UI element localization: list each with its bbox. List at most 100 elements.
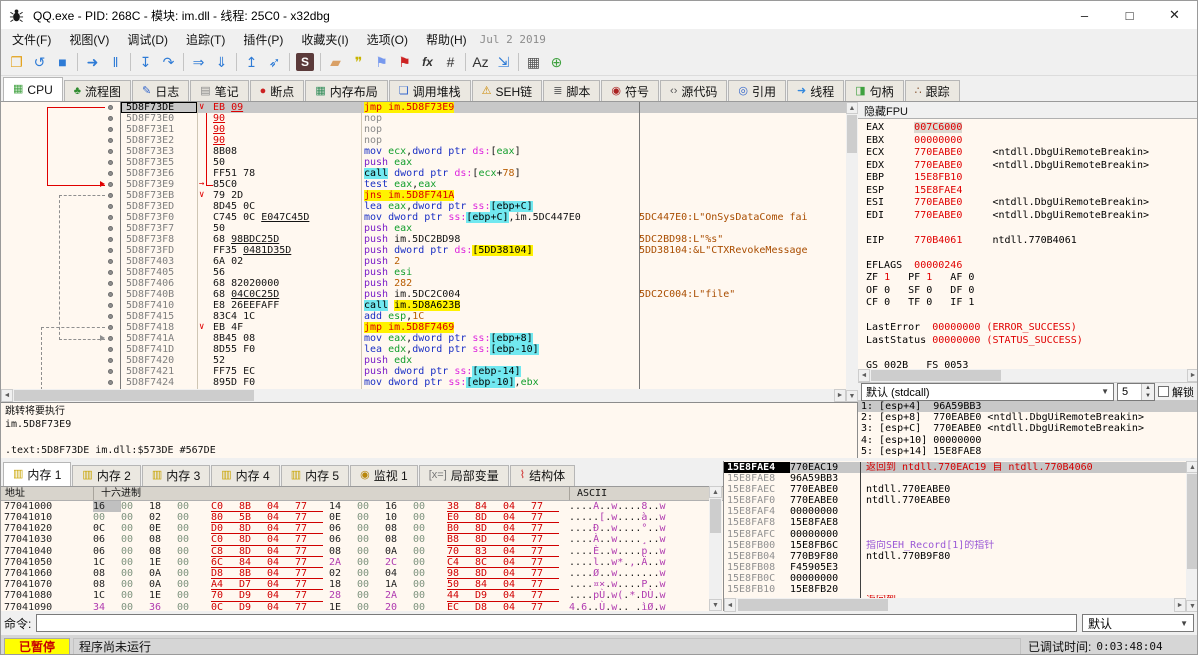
register-line[interactable]: EDI 770EABE0 <ntdll.DbgUiRemoteBreakin> — [866, 210, 1185, 223]
memory-row[interactable]: 7704103006000800C08D047706000800B88D0477… — [1, 534, 723, 545]
disasm-row[interactable]: 5D8F73E190nop — [1, 124, 846, 135]
breakpoint-dot[interactable] — [108, 138, 113, 143]
disasm-row[interactable]: 5D8F73E9→85C0test eax,eax — [1, 179, 846, 190]
breakpoint-dot[interactable] — [108, 336, 113, 341]
register-line[interactable]: EFLAGS 00000246 — [866, 260, 1185, 273]
argument-count-stepper[interactable]: 5 ▲▼ — [1117, 383, 1155, 401]
menu-item[interactable]: 追踪(T) — [177, 29, 234, 50]
pause-icon[interactable]: ‖ — [104, 51, 127, 73]
call-arguments-view[interactable]: 1: [esp+4] 96A59BB32: [esp+8] 770EABE0 <… — [858, 401, 1198, 458]
disasm-row[interactable]: 5D8F73EB∨79 2Djns im.5D8F741A — [1, 190, 846, 201]
scylla-icon[interactable]: S — [296, 53, 314, 71]
memory-row[interactable]: 770410501C001E006C8404772A002C00C48C0477… — [1, 557, 723, 568]
dump-tab[interactable]: ◉监视 1 — [350, 465, 418, 486]
breakpoint-dot[interactable] — [108, 182, 113, 187]
dump-tab[interactable]: ▥内存 2 — [72, 465, 140, 486]
calculator-icon[interactable]: ▦ — [522, 51, 545, 73]
disasm-row[interactable]: 5D8F73E550push eax — [1, 157, 846, 168]
view-tab[interactable]: ⚠SEH链 — [472, 80, 543, 101]
breakpoint-dot[interactable] — [108, 248, 113, 253]
memory-row[interactable]: 7704101000000200805B04770E001000E08D0477… — [1, 512, 723, 523]
spin-up-icon[interactable]: ▲ — [1142, 384, 1154, 392]
view-tab[interactable]: ≣脚本 — [543, 80, 600, 101]
view-tab[interactable]: ●断点 — [250, 80, 305, 101]
stack-row[interactable]: 15E8FAF400000000 — [724, 506, 1186, 517]
stack-hscrollbar[interactable]: ◄ ► — [724, 598, 1186, 612]
bookmark-icon[interactable]: ⚑ — [393, 51, 416, 73]
stack-view[interactable]: 15E8FAE4770EAC19返回到 ntdll.770EAC19 自 ntd… — [724, 462, 1186, 598]
register-line[interactable] — [866, 222, 1185, 235]
case-icon[interactable]: Az — [469, 51, 492, 73]
calling-convention-select[interactable]: 默认 (stdcall) ▼ — [861, 383, 1114, 401]
disassembly-vscrollbar[interactable]: ▲ ▼ — [846, 102, 858, 402]
breakpoint-dot[interactable] — [108, 380, 113, 385]
register-line[interactable]: EBX 00000000 — [866, 135, 1185, 148]
step-until-return-icon[interactable]: ⇓ — [210, 51, 233, 73]
stack-row[interactable]: 15E8FAE896A59BB3 — [724, 473, 1186, 484]
dump-tab[interactable]: [x=]局部变量 — [419, 465, 509, 486]
disasm-row[interactable]: 5D8F741A8B45 08mov eax,dword ptr ss:[ebp… — [1, 333, 846, 344]
register-line[interactable]: ZF 1 PF 1 AF 0 — [866, 272, 1185, 285]
breakpoint-dot[interactable] — [108, 226, 113, 231]
menu-item[interactable]: 选项(O) — [358, 29, 417, 50]
view-tab[interactable]: ◎引用 — [728, 80, 786, 101]
disasm-row[interactable]: 5D8F7421FF75 ECpush dword ptr ss:[ebp-14… — [1, 366, 846, 377]
register-line[interactable] — [866, 247, 1185, 260]
stack-vscrollbar[interactable]: ▲ ▼ — [1186, 461, 1198, 612]
restart-icon[interactable]: ↺ — [28, 51, 51, 73]
breakpoint-dot[interactable] — [108, 193, 113, 198]
breakpoint-dot[interactable] — [108, 292, 113, 297]
register-line[interactable] — [866, 310, 1185, 323]
favourites-icon[interactable]: ⊕ — [545, 51, 568, 73]
memory-row[interactable]: 770410801C001E0070D9047728002A0044D90477… — [1, 590, 723, 601]
disasm-row[interactable]: 5D8F741583C4 1Cadd esp,1C — [1, 311, 846, 322]
maximize-button[interactable]: □ — [1107, 1, 1152, 29]
view-tab[interactable]: ✎日志 — [132, 80, 189, 101]
menu-item[interactable]: 视图(V) — [60, 29, 118, 50]
command-script-select[interactable]: 默认 ▼ — [1082, 614, 1194, 632]
breakpoint-dot[interactable] — [108, 369, 113, 374]
breakpoint-dot[interactable] — [108, 281, 113, 286]
disasm-row[interactable]: 5D8F73F750push eax — [1, 223, 846, 234]
call-argument-row[interactable]: 3: [esp+C] 770EABE0 <ntdll.DbgUiRemoteBr… — [858, 423, 1198, 434]
disasm-row[interactable]: 5D8F740556push esi — [1, 267, 846, 278]
label-icon[interactable]: ⚑ — [370, 51, 393, 73]
breakpoint-dot[interactable] — [108, 358, 113, 363]
checkbox-icon[interactable] — [1158, 386, 1169, 397]
register-line[interactable]: EBP 15E8FB10 — [866, 172, 1185, 185]
register-line[interactable]: GS 002B FS 0053 — [866, 360, 1185, 370]
disasm-row[interactable]: 5D8F742052push edx — [1, 355, 846, 366]
step-over-icon[interactable]: ↷ — [157, 51, 180, 73]
view-tab[interactable]: ◨句柄 — [845, 80, 903, 101]
breakpoint-dot[interactable] — [108, 325, 113, 330]
breakpoint-dot[interactable] — [108, 127, 113, 132]
stack-row[interactable]: 15E8FAF0770EABE0ntdll.770EABE0 — [724, 495, 1186, 506]
disasm-row[interactable]: 5D8F73ED8D45 0Clea eax,dword ptr ss:[ebp… — [1, 201, 846, 212]
dump-tab[interactable]: ⌇结构体 — [510, 465, 575, 486]
call-argument-row[interactable]: 2: [esp+8] 770EABE0 <ntdll.DbgUiRemoteBr… — [858, 412, 1198, 423]
stack-row[interactable]: 15E8FAE4770EAC19返回到 ntdll.770EAC19 自 ntd… — [724, 462, 1186, 473]
menu-item[interactable]: 插件(P) — [234, 29, 292, 50]
spin-down-icon[interactable]: ▼ — [1142, 392, 1154, 400]
register-line[interactable]: EIP 770B4061 ntdll.770B4061 — [866, 235, 1185, 248]
unlock-checkbox[interactable]: 解锁 — [1158, 384, 1196, 400]
breakpoint-dot[interactable] — [108, 303, 113, 308]
register-line[interactable]: EAX 007C6000 — [866, 122, 1185, 135]
view-tab[interactable]: ▦内存布局 — [305, 80, 387, 101]
register-line[interactable]: OF 0 SF 0 DF 0 — [866, 285, 1185, 298]
register-line[interactable]: EDX 770EABE0 <ntdll.DbgUiRemoteBreakin> — [866, 160, 1185, 173]
view-tab[interactable]: ♣流程图 — [64, 80, 131, 101]
close-button[interactable]: ✕ — [1152, 1, 1197, 29]
call-argument-row[interactable]: 5: [esp+14] 15E8FAE8 — [858, 446, 1198, 457]
registers-view[interactable]: EAX 007C6000EBX 00000000ECX 770EABE0 <nt… — [858, 119, 1198, 369]
dump-tab[interactable]: ▥内存 1 — [3, 462, 71, 486]
disassembly-view[interactable]: 5D8F73DE∨EB 09jmp im.5D8F73E95D8F73E090n… — [1, 102, 846, 389]
memory-row[interactable]: 77041090340036000CD904771E002000ECD80477… — [1, 602, 723, 611]
memory-row[interactable]: 7704104006000800C88D047708000A0070830477… — [1, 546, 723, 557]
memory-row[interactable]: 7704107008000A00A4D7047718001A0050840477… — [1, 579, 723, 590]
memory-row[interactable]: 770410200C000E00D08D047706000800B08D0477… — [1, 523, 723, 534]
view-tab[interactable]: ‹›源代码 — [660, 80, 727, 101]
stack-row[interactable]: 15E8FB08F45905E3 — [724, 562, 1186, 573]
disasm-row[interactable]: 5D8F74036A 02push 2 — [1, 256, 846, 267]
register-line[interactable]: ECX 770EABE0 <ntdll.DbgUiRemoteBreakin> — [866, 147, 1185, 160]
